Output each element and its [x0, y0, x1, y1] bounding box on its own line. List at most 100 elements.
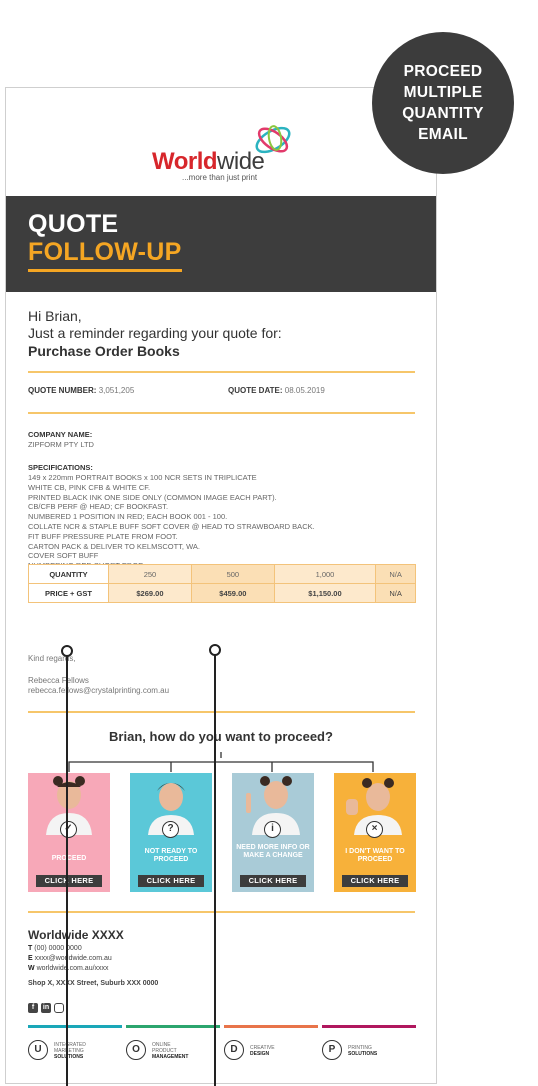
service-letter-icon: U [28, 1040, 48, 1060]
service-letter-icon: D [224, 1040, 244, 1060]
greeting-hi: Hi Brian, [28, 308, 82, 324]
quantity-cell: N/A [375, 564, 416, 584]
service-creative-design[interactable]: D CREATIVE DESIGN [224, 1040, 318, 1062]
linkedin-icon[interactable]: in [41, 1003, 51, 1013]
dont-proceed-click-here-button[interactable]: CLICK HERE [342, 875, 408, 887]
not-ready-click-here-button[interactable]: CLICK HERE [138, 875, 204, 887]
proceed-click-here-button[interactable]: CLICK HERE [36, 875, 102, 887]
question-icon: ? [162, 821, 179, 838]
email-value: xxxx@worldwide.com.au [34, 955, 112, 962]
sender-email-link[interactable]: rebecca.fellows@crystalprinting.com.au [28, 686, 169, 696]
logo-tagline: ...more than just print [182, 173, 258, 182]
quantity-cell: 250 [108, 564, 192, 584]
spec-line: FIT BUFF PRESSURE PLATE FROM FOOT. [28, 531, 178, 541]
option-label: PROCEED [51, 855, 87, 862]
spec-line: COVER SOFT BUFF [28, 551, 99, 561]
option-label: NOT READY TO PROCEED [144, 848, 198, 863]
service-text: ONLINE PRODUCT MANAGEMENT [152, 1042, 188, 1060]
quantity-header: QUANTITY [28, 564, 109, 584]
footer-email[interactable]: E xxxx@worldwide.com.au [28, 955, 112, 962]
divider [28, 371, 415, 373]
service-letter-icon: O [126, 1040, 146, 1060]
option-label: NEED MORE INFO OR MAKE A CHANGE [236, 844, 310, 859]
phone-label: T [28, 945, 33, 952]
price-header: PRICE + GST [28, 583, 109, 603]
badge-line: MULTIPLE [403, 84, 483, 101]
quote-number: QUOTE NUMBER: 3,051,205 [28, 386, 134, 395]
price-cell: $459.00 [190, 583, 275, 603]
divider [28, 412, 415, 414]
service-line: SOLUTIONS [54, 1054, 84, 1060]
x-icon: × [366, 821, 383, 838]
service-printing[interactable]: P PRINTING SOLUTIONS [322, 1040, 416, 1062]
options-connector [68, 752, 374, 772]
web-label: W [28, 965, 35, 972]
sender-name: Rebecca Fellows [28, 676, 89, 685]
proceed-question: Brian, how do you want to proceed? [109, 729, 333, 744]
service-bar [126, 1025, 220, 1028]
spec-line: 149 x 220mm PORTRAIT BOOKS x 100 NCR SET… [28, 473, 257, 482]
email-preview: Worldwide ...more than just print QUOTE … [5, 87, 437, 1084]
quantity-row: QUANTITY 250 500 1,000 N/A [28, 564, 416, 584]
footer-address: Shop X, XXXX Street, Suburb XXX 0000 [28, 980, 159, 987]
service-text: INTEGRATED MARKETING SOLUTIONS [54, 1042, 86, 1060]
quantity-cell: 1,000 [273, 564, 377, 584]
phone-value: (00) 0000 0000 [34, 945, 82, 952]
badge-line: QUANTITY [402, 105, 484, 122]
service-letter-icon: P [322, 1040, 342, 1060]
option-card-proceed: ✓ PROCEED CLICK HERE [28, 773, 110, 892]
worldwide-logo[interactable]: Worldwide ...more than just print [152, 120, 312, 182]
footer-phone[interactable]: T (00) 0000 0000 [28, 945, 82, 952]
quoted-product: Purchase Order Books [28, 343, 180, 359]
hero-banner: QUOTE FOLLOW-UP [6, 196, 436, 292]
company-label: COMPANY NAME: [28, 430, 93, 439]
hero-title-line2: FOLLOW-UP [28, 238, 182, 272]
logo-word-a: World [152, 148, 218, 175]
quote-date-value: 08.05.2019 [284, 386, 325, 395]
specifications-list: 149 x 220mm PORTRAIT BOOKS x 100 NCR SET… [28, 473, 315, 571]
quantity-price-table: QUANTITY 250 500 1,000 N/A PRICE + GST $… [28, 564, 416, 603]
instagram-icon[interactable] [54, 1003, 64, 1013]
option-label: I DON'T WANT TO PROCEED [345, 848, 405, 863]
company-value: ZIPFORM PTY LTD [28, 440, 94, 449]
service-integrated-marketing[interactable]: U INTEGRATED MARKETING SOLUTIONS [28, 1040, 122, 1062]
info-icon: i [264, 821, 281, 838]
service-text: PRINTING SOLUTIONS [348, 1045, 377, 1057]
facebook-icon[interactable]: f [28, 1003, 38, 1013]
footer-title: Worldwide XXXX [28, 928, 124, 942]
specifications-label: SPECIFICATIONS: [28, 463, 93, 472]
service-bar [224, 1025, 318, 1028]
price-cell: $269.00 [108, 583, 192, 603]
quote-number-value: 3,051,205 [98, 386, 135, 395]
spec-line: PRINTED BLACK INK ONE SIDE ONLY (COMMON … [28, 492, 277, 502]
spec-line: WHITE CB, PINK CFB & WHITE CF. [28, 482, 151, 492]
footer-web[interactable]: W worldwide.com.au/xxxx [28, 965, 109, 972]
option-card-more-info: i NEED MORE INFO OR MAKE A CHANGE CLICK … [232, 773, 314, 892]
price-cell: N/A [375, 583, 416, 603]
service-online-product[interactable]: O ONLINE PRODUCT MANAGEMENT [126, 1040, 220, 1062]
more-info-click-here-button[interactable]: CLICK HERE [240, 875, 306, 887]
service-line: SOLUTIONS [348, 1051, 378, 1057]
service-text: CREATIVE DESIGN [250, 1045, 275, 1057]
price-cell: $1,150.00 [273, 583, 377, 603]
hero-title-line1: QUOTE [28, 210, 119, 238]
spec-line: NUMBERED 1 POSITION IN RED; EACH BOOK 00… [28, 512, 228, 522]
proceed-multiple-quantity-badge: PROCEED MULTIPLE QUANTITY EMAIL [372, 32, 514, 174]
divider [28, 711, 415, 713]
option-card-dont-proceed: × I DON'T WANT TO PROCEED CLICK HERE [334, 773, 416, 892]
quote-number-label: QUOTE NUMBER: [28, 386, 97, 395]
logo-word-b: wide [217, 148, 265, 175]
kind-regards: Kind regards, [28, 654, 76, 663]
greeting: Hi Brian, Just a reminder regarding your… [28, 308, 282, 342]
greeting-reminder: Just a reminder regarding your quote for… [28, 325, 282, 341]
logo-wordmark: Worldwide [152, 148, 265, 176]
web-value: worldwide.com.au/xxxx [36, 965, 109, 972]
quote-date-label: QUOTE DATE: [228, 386, 283, 395]
price-row: PRICE + GST $269.00 $459.00 $1,150.00 N/… [28, 583, 416, 603]
social-links: f in [28, 1003, 64, 1013]
service-bar [28, 1025, 122, 1028]
service-line: DESIGN [250, 1051, 270, 1057]
check-icon: ✓ [60, 821, 77, 838]
quantity-cell: 500 [190, 564, 275, 584]
service-line: MANAGEMENT [152, 1054, 189, 1060]
